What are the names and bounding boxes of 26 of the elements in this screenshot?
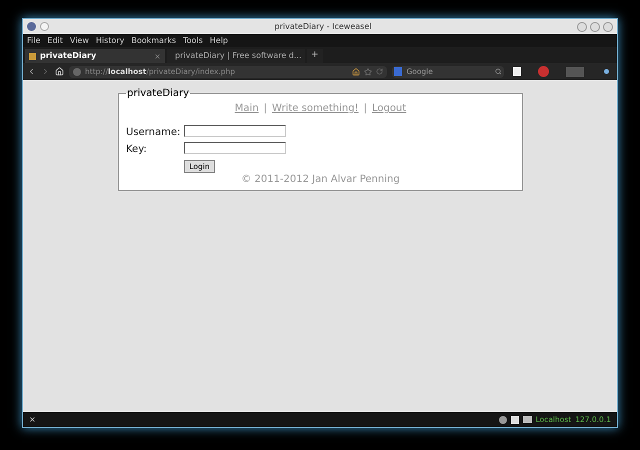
browser-tab[interactable]: privateDiary | Free software d...	[167, 49, 305, 63]
home-icon[interactable]	[352, 68, 360, 76]
input-field[interactable]	[184, 142, 286, 154]
panel-legend: privateDiary	[126, 86, 190, 101]
copyright-text: © 2011-2012 Jan Alvar Penning	[240, 173, 401, 187]
menu-item[interactable]: Edit	[47, 34, 63, 46]
browser-tab[interactable]: privateDiary	[25, 49, 165, 63]
close-icon[interactable]: ×	[29, 414, 36, 426]
field-label: Username:	[126, 126, 182, 140]
search-icon[interactable]	[495, 68, 502, 75]
menu-item[interactable]: Help	[210, 34, 228, 46]
link-separator: |	[364, 102, 367, 116]
field-label: Key:	[126, 143, 148, 157]
menu-item[interactable]: Tools	[183, 34, 203, 46]
window-title: privateDiary - Iceweasel	[274, 20, 372, 32]
reload-icon[interactable]	[376, 68, 383, 75]
forward-icon[interactable]	[41, 67, 50, 76]
new-tab-button[interactable]: +	[307, 49, 323, 63]
link-separator: |	[264, 102, 268, 116]
input-field[interactable]	[184, 125, 286, 137]
menu-item[interactable]: View	[70, 34, 89, 46]
menu-item[interactable]: File	[27, 34, 40, 46]
menu-item[interactable]: Bookmarks	[131, 34, 176, 46]
menu-item[interactable]: History	[96, 34, 124, 46]
back-icon[interactable]	[27, 67, 36, 76]
star-icon[interactable]	[364, 68, 372, 76]
